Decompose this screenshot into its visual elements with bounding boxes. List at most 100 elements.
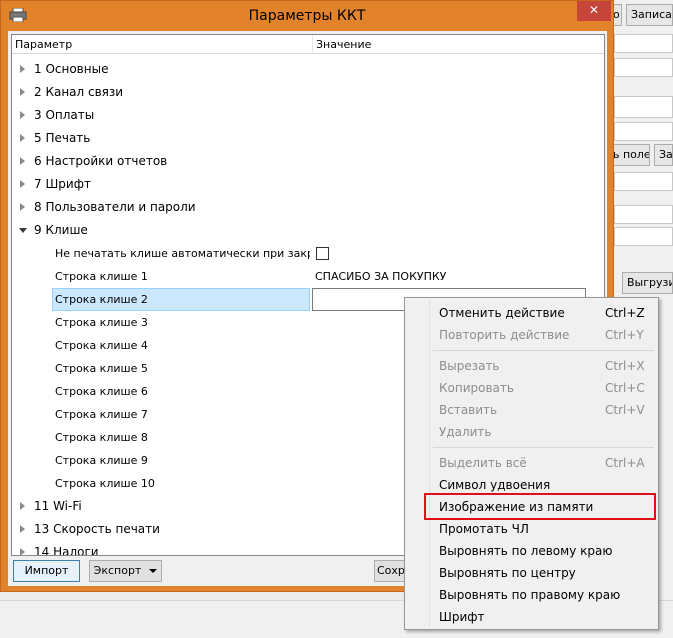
collapsed-arrow-icon[interactable]: [20, 525, 25, 533]
highlight-box: [424, 493, 656, 520]
tree-category-label: 13 Скорость печати: [34, 522, 160, 536]
menu-item-shortcut: Ctrl+A: [605, 456, 645, 470]
bg-field-4[interactable]: [614, 122, 673, 141]
tree-category-row[interactable]: 7 Шрифт: [12, 173, 604, 196]
menu-item-undo[interactable]: Отменить действие Ctrl+Z: [405, 302, 658, 324]
menu-item-shortcut: Ctrl+Y: [605, 328, 644, 342]
menu-item-align-center[interactable]: Выровнять по центру: [405, 562, 658, 584]
menu-item-label: Выровнять по центру: [439, 566, 576, 580]
bg-field-1[interactable]: [614, 34, 673, 53]
menu-separator: [433, 447, 654, 448]
collapsed-arrow-icon[interactable]: [20, 134, 25, 142]
tree-category-row[interactable]: 6 Настройки отчетов: [12, 150, 604, 173]
bg-button-export[interactable]: Выгрузит: [622, 272, 673, 294]
menu-item-align-right[interactable]: Выровнять по правому краю: [405, 584, 658, 606]
export-button-label: Экспорт: [93, 564, 142, 577]
bg-field-6[interactable]: [614, 205, 673, 224]
menu-item-select-all[interactable]: Выделить всё Ctrl+A: [405, 452, 658, 474]
property-row[interactable]: Строка клише 1 СПАСИБО ЗА ПОКУПКУ: [12, 265, 604, 288]
collapsed-arrow-icon[interactable]: [20, 88, 25, 96]
menu-item-font[interactable]: Шрифт: [405, 606, 658, 628]
tree-category-label: 5 Печать: [34, 131, 91, 145]
bg-button-write[interactable]: Записат: [626, 4, 673, 26]
menu-item-label: Выровнять по правому краю: [439, 588, 621, 602]
menu-item-shortcut: Ctrl+V: [605, 403, 645, 417]
context-menu: Отменить действие Ctrl+Z Повторить дейст…: [404, 297, 659, 630]
collapsed-arrow-icon[interactable]: [20, 111, 25, 119]
tree-category-row[interactable]: 1 Основные: [12, 58, 604, 81]
menu-item-redo[interactable]: Повторить действие Ctrl+Y: [405, 324, 658, 346]
menu-item-label: Промотать ЧЛ: [439, 522, 529, 536]
title-bar[interactable]: Параметры ККТ ✕: [1, 1, 613, 31]
chevron-down-icon: [149, 569, 158, 573]
property-name: Строка клише 5: [55, 362, 148, 375]
property-value[interactable]: СПАСИБО ЗА ПОКУПКУ: [312, 265, 586, 288]
menu-item-label: Повторить действие: [439, 328, 570, 342]
menu-item-label: Отменить действие: [439, 306, 565, 320]
property-name: Строка клише 10: [55, 477, 155, 490]
bg-field-7[interactable]: [614, 227, 673, 246]
property-name: Строка клише 3: [55, 316, 148, 329]
tree-category-label: 2 Канал связи: [34, 85, 124, 99]
tree-category-label: 9 Клише: [34, 223, 88, 237]
property-row[interactable]: Не печатать клише автоматически при закр…: [12, 242, 604, 265]
expanded-arrow-icon[interactable]: [19, 228, 27, 233]
collapsed-arrow-icon[interactable]: [20, 548, 25, 555]
menu-item-label: Вставить: [439, 403, 498, 417]
grid-header: Параметр Значение: [12, 35, 604, 54]
import-button[interactable]: Импорт: [13, 560, 80, 582]
bg-button-write-2[interactable]: Запи: [654, 144, 673, 166]
menu-item-label: Шрифт: [439, 610, 485, 624]
menu-item-copy[interactable]: Копировать Ctrl+C: [405, 377, 658, 399]
collapsed-arrow-icon[interactable]: [20, 203, 25, 211]
menu-item-label: Выровнять по левому краю: [439, 544, 613, 558]
menu-item-align-left[interactable]: Выровнять по левому краю: [405, 540, 658, 562]
tree-category-label: 7 Шрифт: [34, 177, 91, 191]
tree-category-label: 3 Оплаты: [34, 108, 95, 122]
menu-item-label: Копировать: [439, 381, 514, 395]
menu-item-paste[interactable]: Вставить Ctrl+V: [405, 399, 658, 421]
tree-category-row[interactable]: 2 Канал связи: [12, 81, 604, 104]
close-button[interactable]: ✕: [577, 1, 611, 21]
collapsed-arrow-icon[interactable]: [20, 502, 25, 510]
menu-item-label: Удалить: [439, 425, 492, 439]
collapsed-arrow-icon[interactable]: [20, 157, 25, 165]
collapsed-arrow-icon[interactable]: [20, 65, 25, 73]
tree-category-label: 6 Настройки отчетов: [34, 154, 168, 168]
tree-category-row[interactable]: 9 Клише: [12, 219, 604, 242]
column-header-value[interactable]: Значение: [313, 35, 604, 54]
menu-item-shortcut: Ctrl+X: [605, 359, 645, 373]
tree-category-label: 11 Wi-Fi: [34, 499, 82, 513]
collapsed-arrow-icon[interactable]: [20, 180, 25, 188]
property-value[interactable]: [312, 242, 586, 265]
tree-category-row[interactable]: 3 Оплаты: [12, 104, 604, 127]
property-name: Строка клише 1: [55, 270, 148, 283]
bg-field-5[interactable]: [614, 172, 673, 191]
column-header-parameter[interactable]: Параметр: [12, 35, 312, 54]
window-title: Параметры ККТ: [248, 8, 366, 24]
property-name: Строка клише 9: [55, 454, 148, 467]
menu-item-cut[interactable]: Вырезать Ctrl+X: [405, 355, 658, 377]
property-name: Строка клише 2: [52, 288, 310, 311]
bg-field-3[interactable]: [614, 96, 673, 118]
tree-category-label: 8 Пользователи и пароли: [34, 200, 196, 214]
property-name: Не печатать клише автоматически при закр…: [55, 247, 310, 260]
export-dropdown-button[interactable]: Экспорт: [89, 560, 162, 582]
property-name: Строка клише 6: [55, 385, 148, 398]
bg-field-2[interactable]: [614, 58, 673, 77]
property-name: Строка клише 4: [55, 339, 148, 352]
tree-category-label: 1 Основные: [34, 62, 109, 76]
menu-separator: [433, 350, 654, 351]
bg-button-field[interactable]: ь поле: [608, 144, 650, 166]
menu-item-label: Выделить всё: [439, 456, 527, 470]
tree-category-label: 14 Налоги: [34, 545, 99, 556]
menu-item-delete[interactable]: Удалить: [405, 421, 658, 443]
property-name: Строка клише 7: [55, 408, 148, 421]
menu-item-shortcut: Ctrl+Z: [605, 306, 645, 320]
menu-item-shortcut: Ctrl+C: [605, 381, 645, 395]
tree-category-row[interactable]: 5 Печать: [12, 127, 604, 150]
menu-item-label: Вырезать: [439, 359, 500, 373]
tree-category-row[interactable]: 8 Пользователи и пароли: [12, 196, 604, 219]
no-auto-cliche-checkbox[interactable]: [316, 247, 329, 260]
menu-item-feed-tape[interactable]: Промотать ЧЛ: [405, 518, 658, 540]
